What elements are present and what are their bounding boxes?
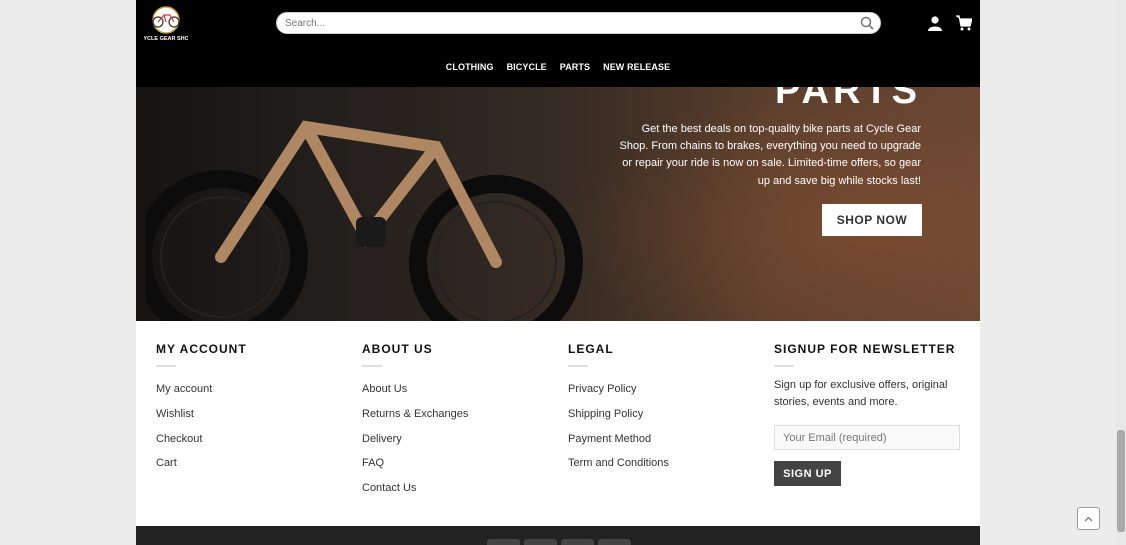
footer-link-wishlist[interactable]: Wishlist	[156, 402, 212, 427]
chevron-up-icon	[1084, 516, 1093, 521]
hero-description: Get the best deals on top-quality bike p…	[619, 123, 921, 187]
main-nav: CLOTHING BICYCLE PARTS NEW RELEASE	[136, 47, 980, 87]
footer-link-privacy-policy[interactable]: Privacy Policy	[568, 377, 669, 402]
header: CYCLE GEAR SHOP	[136, 0, 980, 47]
scrollbar-thumb[interactable]	[1117, 430, 1125, 532]
footer-link-payment-method[interactable]: Payment Method	[568, 427, 669, 452]
divider	[568, 365, 588, 367]
search-bar	[276, 12, 881, 34]
footer-link-shipping-policy[interactable]: Shipping Policy	[568, 402, 669, 427]
page: CYCLE GEAR SHOP CLOTHING BICYCLE PARTS N…	[136, 0, 980, 545]
newsletter-title: SIGNUP FOR NEWSLETTER	[774, 342, 956, 356]
user-icon[interactable]	[928, 16, 942, 31]
newsletter-description: Sign up for exclusive offers, original s…	[774, 379, 948, 408]
footer-link-returns[interactable]: Returns & Exchanges	[362, 402, 468, 427]
footer: MY ACCOUNT My account Wishlist Checkout …	[136, 321, 980, 526]
footer-link-faq[interactable]: FAQ	[362, 451, 468, 476]
footer-legal-title: LEGAL	[568, 342, 614, 356]
divider	[156, 365, 176, 367]
newsletter-email-input[interactable]	[774, 425, 960, 450]
cart-icon[interactable]	[956, 15, 972, 31]
back-to-top-button[interactable]	[1077, 507, 1100, 530]
payment-icon	[561, 539, 594, 545]
hero-banner: PARTS Get the best deals on top-quality …	[136, 87, 980, 321]
search-icon[interactable]	[860, 16, 874, 30]
footer-link-cart[interactable]: Cart	[156, 451, 212, 476]
payment-icon	[524, 539, 557, 545]
logo[interactable]: CYCLE GEAR SHOP	[144, 6, 188, 42]
nav-bicycle[interactable]: BICYCLE	[500, 62, 553, 72]
nav-clothing[interactable]: CLOTHING	[439, 62, 500, 72]
footer-link-contact-us[interactable]: Contact Us	[362, 476, 468, 501]
footer-link-delivery[interactable]: Delivery	[362, 427, 468, 452]
divider	[362, 365, 382, 367]
footer-link-my-account[interactable]: My account	[156, 377, 212, 402]
search-input[interactable]	[277, 13, 855, 33]
footer-link-terms[interactable]: Term and Conditions	[568, 451, 669, 476]
payment-icon	[487, 539, 520, 545]
bottom-bar	[136, 526, 980, 545]
footer-account-title: MY ACCOUNT	[156, 342, 247, 356]
footer-link-checkout[interactable]: Checkout	[156, 427, 212, 452]
divider	[774, 365, 794, 367]
svg-text:CYCLE GEAR SHOP: CYCLE GEAR SHOP	[144, 36, 188, 42]
nav-parts[interactable]: PARTS	[553, 62, 596, 72]
shop-now-button[interactable]: SHOP NOW	[822, 204, 922, 236]
nav-new-release[interactable]: NEW RELEASE	[597, 62, 677, 72]
signup-button[interactable]: SIGN UP	[774, 461, 841, 486]
payment-icon	[598, 539, 631, 545]
hero-title: PARTS	[775, 87, 921, 112]
footer-about-title: ABOUT US	[362, 342, 433, 356]
footer-link-about-us[interactable]: About Us	[362, 377, 468, 402]
hero-bike-image	[146, 120, 583, 321]
